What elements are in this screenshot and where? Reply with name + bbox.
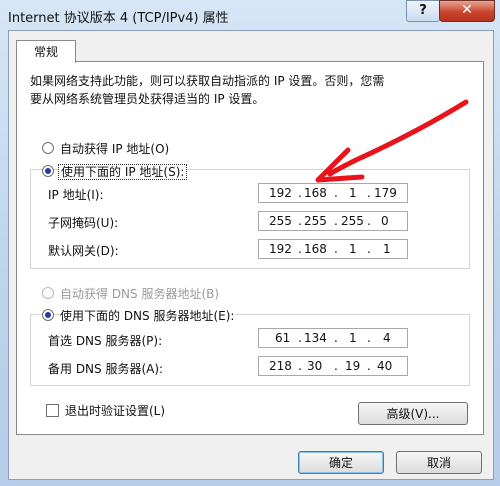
annotation-arrow-icon bbox=[315, 99, 469, 183]
tab-general[interactable]: 常规 bbox=[16, 40, 76, 63]
